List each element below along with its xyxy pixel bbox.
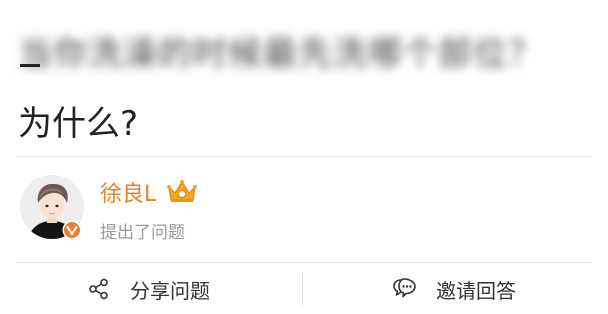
question-title-blurred: 当你洗澡的时候最先洗哪个部位？ (18, 34, 543, 74)
share-question-label: 分享问题 (130, 278, 210, 303)
crown-icon (167, 180, 197, 202)
author-name[interactable]: 徐良L (100, 176, 156, 208)
question-card: 当你洗澡的时候最先洗哪个部位？ 为什么? 徐良L 提出了问题 分享问题 邀请回答 (0, 0, 608, 314)
question-title[interactable]: 为什么? (18, 96, 138, 145)
invite-answer-button[interactable]: 邀请回答 (392, 264, 516, 314)
share-question-button[interactable]: 分享问题 (88, 264, 210, 314)
vertical-divider (302, 272, 303, 306)
author-action: 提出了问题 (100, 223, 185, 243)
action-bar: 分享问题 邀请回答 (0, 264, 608, 314)
question-dash (20, 64, 40, 67)
share-icon (89, 278, 108, 300)
verified-icon (62, 220, 82, 240)
divider (16, 262, 592, 263)
invite-answer-label: 邀请回答 (436, 278, 516, 303)
divider (16, 156, 592, 157)
chat-bubble-icon (393, 278, 416, 298)
